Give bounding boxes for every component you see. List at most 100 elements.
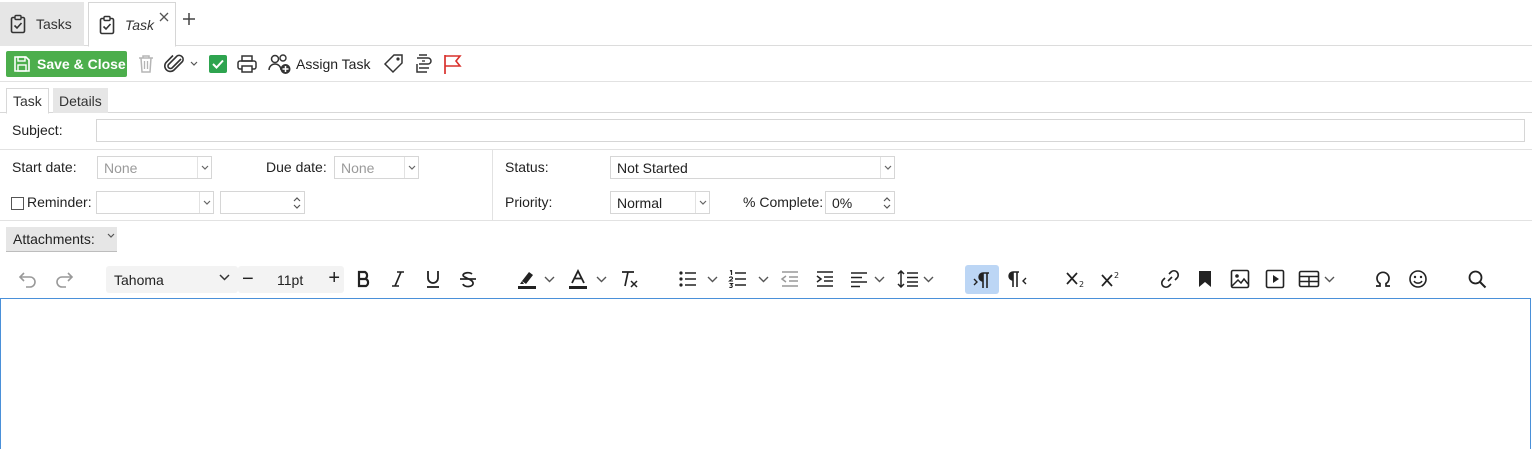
chevron-down-icon[interactable] [542, 264, 556, 294]
svg-text:2: 2 [1114, 271, 1119, 280]
font-size-control: − 11pt + [238, 266, 344, 293]
strikethrough-icon[interactable] [456, 264, 480, 294]
subject-input[interactable] [96, 119, 1525, 142]
highlight-color-icon[interactable] [514, 264, 540, 294]
chevron-down-icon[interactable] [880, 157, 894, 178]
svg-text:2: 2 [1079, 280, 1084, 288]
delete-trash-icon[interactable] [135, 50, 157, 78]
due-date-picker[interactable]: None [334, 156, 419, 179]
mark-complete-check-icon[interactable] [206, 50, 230, 78]
superscript-icon[interactable]: 2 [1098, 264, 1124, 294]
chevron-down-icon [219, 274, 230, 281]
decrease-indent-icon[interactable] [778, 264, 802, 294]
spinner-arrows-icon[interactable] [290, 192, 304, 213]
follow-up-clock-icon[interactable] [412, 50, 434, 78]
attachments-dropdown[interactable]: Attachments: [6, 227, 117, 252]
status-select[interactable]: Not Started [610, 156, 895, 179]
search-icon[interactable] [1464, 264, 1490, 294]
start-date-picker[interactable]: None [97, 156, 212, 179]
tab-label: Details [59, 92, 102, 109]
status-label: Status: [505, 159, 549, 175]
new-tab-plus-icon[interactable] [182, 12, 196, 26]
rich-text-editor-body[interactable] [0, 298, 1531, 449]
image-icon[interactable] [1227, 264, 1253, 294]
font-family-value: Tahoma [114, 271, 164, 288]
subscript-icon[interactable]: 2 [1063, 264, 1089, 294]
ltr-direction-icon[interactable] [965, 265, 999, 294]
special-character-omega-icon[interactable] [1370, 264, 1396, 294]
window-tab-tasks[interactable]: Tasks [0, 2, 84, 46]
attach-dropdown-chevron-icon[interactable] [188, 50, 200, 78]
status-value: Not Started [617, 159, 688, 176]
priority-value: Normal [617, 194, 663, 211]
save-close-button[interactable]: Save & Close [6, 51, 127, 77]
flag-icon[interactable] [440, 50, 464, 78]
media-video-icon[interactable] [1262, 264, 1288, 294]
align-left-icon[interactable] [847, 264, 871, 294]
rtl-direction-icon[interactable] [1005, 264, 1031, 294]
chevron-down-icon[interactable] [594, 264, 608, 294]
line-height-icon[interactable] [895, 264, 921, 294]
reminder-date-picker[interactable] [96, 191, 214, 214]
add-user-icon [268, 53, 292, 75]
assign-task-button[interactable]: Assign Task [268, 50, 374, 78]
redo-icon[interactable] [52, 264, 76, 294]
priority-label: Priority: [505, 194, 553, 210]
font-size-increase-button[interactable]: + [328, 268, 340, 288]
tab-task[interactable]: Task [6, 88, 49, 114]
divider [492, 150, 493, 220]
chevron-down-icon[interactable] [199, 192, 213, 213]
chevron-down-icon[interactable] [695, 192, 709, 213]
chevron-down-icon[interactable] [404, 157, 418, 178]
save-close-label: Save & Close [37, 56, 126, 72]
font-size-decrease-button[interactable]: − [242, 269, 254, 289]
font-family-select[interactable]: Tahoma [106, 266, 238, 293]
reminder-checkbox[interactable] [11, 197, 24, 210]
ribbon-toolbar: Save & Close Assign Task [0, 46, 1532, 82]
text-color-icon[interactable] [565, 264, 591, 294]
increase-indent-icon[interactable] [813, 264, 837, 294]
bookmark-icon[interactable] [1193, 264, 1217, 294]
chevron-down-icon[interactable] [705, 264, 719, 294]
subject-label: Subject: [12, 122, 63, 138]
link-icon[interactable] [1157, 264, 1183, 294]
attach-paperclip-icon[interactable] [162, 50, 188, 78]
chevron-down-icon[interactable] [197, 157, 211, 178]
chevron-down-icon [107, 233, 115, 239]
numbered-list-icon[interactable] [726, 264, 750, 294]
priority-select[interactable]: Normal [610, 191, 710, 214]
font-size-value[interactable]: 11pt [277, 272, 303, 288]
percent-complete-label: % Complete: [743, 194, 824, 210]
emoji-smiley-icon[interactable] [1405, 264, 1431, 294]
clear-formatting-icon[interactable] [618, 264, 642, 294]
print-icon[interactable] [235, 50, 259, 78]
due-date-label: Due date: [266, 159, 327, 175]
close-icon[interactable] [159, 12, 169, 22]
tag-icon[interactable] [382, 50, 406, 78]
table-icon[interactable] [1296, 264, 1322, 294]
percent-complete-spinner[interactable]: 0% [825, 191, 895, 214]
tab-details[interactable]: Details [53, 88, 108, 113]
clipboard-check-icon [8, 14, 28, 34]
percent-complete-value: 0% [832, 194, 853, 211]
due-date-value: None [341, 159, 375, 176]
window-tab-label: Task [125, 16, 155, 33]
undo-icon[interactable] [16, 264, 40, 294]
chevron-down-icon[interactable] [756, 264, 770, 294]
chevron-down-icon[interactable] [872, 264, 886, 294]
clipboard-check-icon [97, 15, 117, 35]
chevron-down-icon[interactable] [921, 264, 935, 294]
chevron-down-icon[interactable] [1322, 264, 1336, 294]
divider [0, 149, 1532, 150]
reminder-label: Reminder: [27, 194, 92, 210]
floppy-disk-icon [13, 55, 31, 73]
window-tab-label: Tasks [36, 16, 72, 32]
reminder-time-spinner[interactable] [220, 191, 305, 214]
spinner-arrows-icon[interactable] [880, 192, 894, 213]
underline-icon[interactable] [421, 264, 445, 294]
italic-icon[interactable] [386, 264, 410, 294]
bold-icon[interactable] [352, 264, 376, 294]
assign-task-label: Assign Task [296, 56, 371, 72]
window-tab-task[interactable]: Task [88, 2, 176, 47]
bullet-list-icon[interactable] [676, 264, 700, 294]
